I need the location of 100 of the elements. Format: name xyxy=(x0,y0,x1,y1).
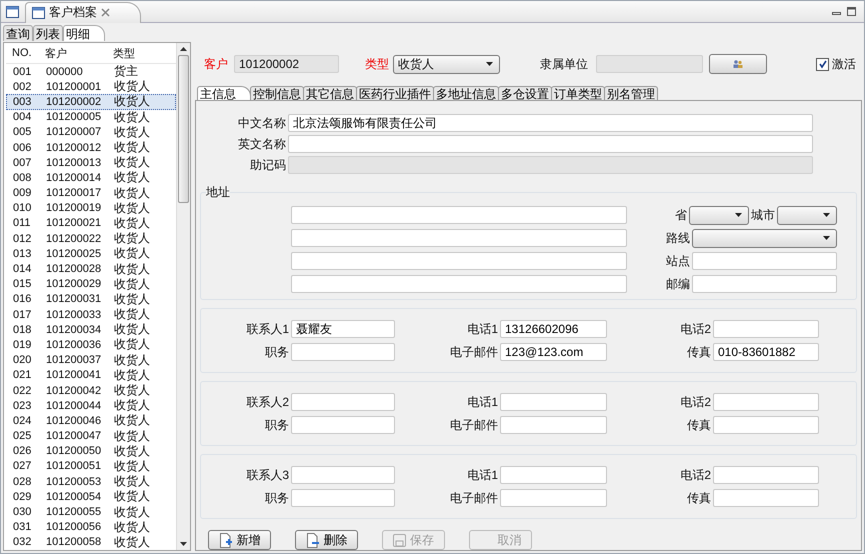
list-row[interactable]: 012 101200022 收货人 xyxy=(6,231,176,246)
table-cell-text: 019 xyxy=(12,338,32,351)
window-icon[interactable] xyxy=(6,6,19,18)
name-field[interactable]: 北京法颂服饰有限责任公司 xyxy=(288,114,813,132)
name-field[interactable] xyxy=(288,135,813,153)
scroll-up-icon[interactable] xyxy=(180,47,187,51)
scroll-thumb[interactable] xyxy=(178,55,189,203)
list-row[interactable]: 002 101200001 收货人 xyxy=(6,79,176,94)
action-button[interactable]: 新增 xyxy=(208,530,271,550)
contact-field[interactable] xyxy=(500,393,607,411)
list-row[interactable]: 031 101200056 收货人 xyxy=(6,520,176,535)
contact-field[interactable]: 010-83601882 xyxy=(713,343,819,361)
detail-tab[interactable]: 多仓设置 xyxy=(498,86,552,100)
table-cell-text: 003 xyxy=(12,96,32,108)
detail-tab[interactable]: 医药行业插件 xyxy=(356,86,434,100)
contact-field[interactable] xyxy=(500,489,607,507)
list-row[interactable]: 018 101200034 收货人 xyxy=(6,322,176,338)
list-row[interactable]: 015 101200029 收货人 xyxy=(6,276,176,292)
customer-field[interactable]: 101200002 xyxy=(234,55,339,73)
address-field[interactable] xyxy=(291,206,627,224)
table-cell-text: 101200025 xyxy=(45,248,102,260)
group-title: 地址 xyxy=(206,184,230,201)
type-dropdown[interactable]: 收货人 xyxy=(393,54,500,74)
list-row[interactable]: 028 101200053 收货人 xyxy=(6,474,176,490)
contact-field[interactable] xyxy=(500,466,607,484)
list-row[interactable]: 019 101200036 收货人 xyxy=(6,337,176,353)
contact-field[interactable]: 聂耀友 xyxy=(291,320,395,338)
scrollbar[interactable] xyxy=(176,43,190,550)
column-header[interactable]: 类型 xyxy=(113,46,153,60)
list-row[interactable]: 007 101200013 收货人 xyxy=(6,155,176,170)
list-row[interactable]: 023 101200044 收货人 xyxy=(6,398,176,414)
table-cell-text: 101200014 xyxy=(45,172,102,184)
list-row[interactable]: 025 101200047 收货人 xyxy=(6,428,176,444)
document-tab[interactable]: 客户档案 xyxy=(25,2,141,22)
list-row[interactable]: 022 101200042 收货人 xyxy=(6,382,176,398)
list-row[interactable]: 024 101200046 收货人 xyxy=(6,413,176,428)
list-row[interactable]: 026 101200050 收货人 xyxy=(6,444,176,459)
list-row[interactable]: 004 101200005 收货人 xyxy=(6,110,176,125)
list-row[interactable]: 032 101200058 收货人 xyxy=(6,534,176,550)
address-field[interactable] xyxy=(291,229,627,247)
table-cell-text: 收货人 xyxy=(114,306,151,323)
contact-field[interactable] xyxy=(500,416,607,434)
list-row[interactable]: 006 101200012 收货人 xyxy=(6,140,176,156)
detail-tab[interactable]: 主信息 xyxy=(197,86,251,100)
list-row[interactable]: 027 101200051 收货人 xyxy=(6,458,176,474)
view-tab[interactable]: 查询 xyxy=(3,25,33,41)
table-cell-text: 收货人 xyxy=(114,154,151,171)
maximize-icon[interactable] xyxy=(847,7,856,16)
view-tab[interactable]: 列表 xyxy=(33,25,63,41)
column-header[interactable]: 客户 xyxy=(43,46,113,60)
station-field[interactable] xyxy=(692,252,837,270)
list-row[interactable]: 003 101200002 收货人 xyxy=(6,94,176,110)
contact-field[interactable] xyxy=(713,393,819,411)
list-row[interactable]: 008 101200014 收货人 xyxy=(6,170,176,186)
field-label: 传真 xyxy=(686,344,712,360)
list-row[interactable]: 014 101200028 收货人 xyxy=(6,261,176,277)
lookup-button[interactable] xyxy=(709,54,767,74)
detail-tab[interactable]: 控制信息 xyxy=(250,86,304,100)
province-dropdown[interactable] xyxy=(689,206,749,224)
detail-tab[interactable]: 多地址信息 xyxy=(433,86,499,100)
list-row[interactable]: 016 101200031 收货人 xyxy=(6,292,176,307)
city-dropdown[interactable] xyxy=(777,206,837,224)
route-dropdown[interactable] xyxy=(692,228,837,248)
zip-field[interactable] xyxy=(692,275,837,293)
contact-field[interactable] xyxy=(713,466,819,484)
address-field[interactable] xyxy=(291,275,627,293)
contact-field[interactable] xyxy=(291,416,395,434)
view-tab[interactable]: 明细 xyxy=(63,25,105,41)
table-cell-text: 015 xyxy=(12,278,32,290)
detail-tab[interactable]: 其它信息 xyxy=(303,86,357,100)
list-row[interactable]: 017 101200033 收货人 xyxy=(6,307,176,322)
contact-field[interactable] xyxy=(291,393,395,411)
active-checkbox[interactable]: 激活 xyxy=(816,56,856,72)
checkbox[interactable] xyxy=(816,58,829,70)
contact-field[interactable] xyxy=(291,466,395,484)
scroll-down-icon[interactable] xyxy=(180,542,187,546)
list-row[interactable]: 013 101200025 收货人 xyxy=(6,246,176,262)
contact-field[interactable] xyxy=(291,489,395,507)
contact-field[interactable] xyxy=(713,416,819,434)
list-row[interactable]: 010 101200019 收货人 xyxy=(6,200,176,216)
list-row[interactable]: 021 101200041 收货人 xyxy=(6,368,176,383)
detail-tab[interactable]: 别名管理 xyxy=(604,86,658,100)
contact-field[interactable]: 123@123.com xyxy=(500,343,607,361)
list-row[interactable]: 030 101200055 收货人 xyxy=(6,504,176,520)
address-field[interactable] xyxy=(291,252,627,270)
contact-field[interactable]: 13126602096 xyxy=(500,320,607,338)
column-header[interactable]: NO. xyxy=(6,47,43,59)
detail-tab[interactable]: 订单类型 xyxy=(551,86,605,100)
contact-field[interactable] xyxy=(713,320,819,338)
list-row[interactable]: 009 101200017 收货人 xyxy=(6,186,176,201)
close-icon[interactable] xyxy=(101,8,110,17)
list-row[interactable]: 029 101200054 收货人 xyxy=(6,489,176,504)
contact-field[interactable] xyxy=(713,489,819,507)
action-button[interactable]: 删除 xyxy=(295,530,358,550)
list-row[interactable]: 011 101200021 收货人 xyxy=(6,216,176,232)
list-row[interactable]: 001 000000 货主 xyxy=(6,64,176,80)
list-row[interactable]: 020 101200037 收货人 xyxy=(6,352,176,368)
contact-field[interactable] xyxy=(291,343,395,361)
parent-field[interactable] xyxy=(596,55,703,73)
list-row[interactable]: 005 101200007 收货人 xyxy=(6,124,176,140)
